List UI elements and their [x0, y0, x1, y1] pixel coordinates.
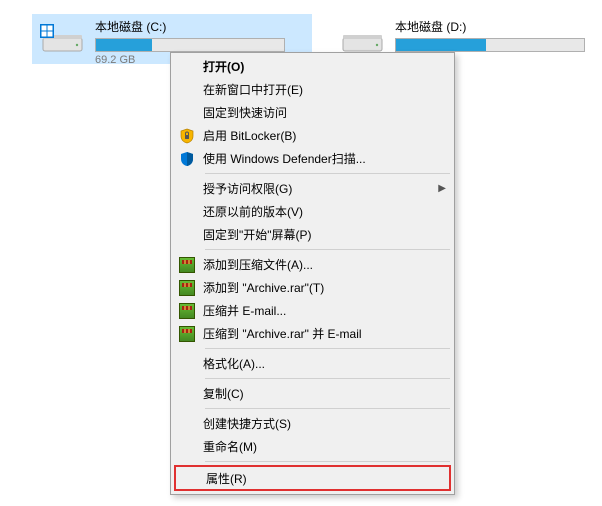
- menu-pin-to-start[interactable]: 固定到"开始"屏幕(P): [173, 223, 452, 246]
- menu-format-label: 格式化(A)...: [203, 355, 446, 372]
- menu-create-shortcut[interactable]: 创建快捷方式(S): [173, 412, 452, 435]
- menu-pin-quick-access[interactable]: 固定到快速访问: [173, 101, 452, 124]
- blank-icon: [177, 438, 197, 456]
- winrar-icon: [177, 302, 197, 320]
- blank-icon: [177, 385, 197, 403]
- drive-c-icon: [40, 18, 85, 58]
- winrar-icon: [177, 325, 197, 343]
- context-menu: 打开(O) 在新窗口中打开(E) 固定到快速访问 启用 BitLocker(B)…: [170, 52, 455, 495]
- menu-defender-scan[interactable]: 使用 Windows Defender扫描...: [173, 147, 452, 170]
- blank-icon: [177, 180, 197, 198]
- menu-add-to-archive-rar[interactable]: 添加到 "Archive.rar"(T): [173, 276, 452, 299]
- menu-format[interactable]: 格式化(A)...: [173, 352, 452, 375]
- menu-restore-previous[interactable]: 还原以前的版本(V): [173, 200, 452, 223]
- winrar-icon: [177, 256, 197, 274]
- menu-bitlocker-label: 启用 BitLocker(B): [203, 127, 446, 144]
- menu-compress-email-label: 压缩并 E-mail...: [203, 302, 446, 319]
- menu-rename-label: 重命名(M): [203, 438, 446, 455]
- blank-icon: [177, 58, 197, 76]
- menu-pin-to-start-label: 固定到"开始"屏幕(P): [203, 226, 446, 243]
- menu-grant-access-label: 授予访问权限(G): [203, 180, 438, 197]
- menu-separator: [205, 408, 450, 409]
- blank-icon: [177, 355, 197, 373]
- menu-grant-access[interactable]: 授予访问权限(G) ▶: [173, 177, 452, 200]
- menu-properties-label: 属性(R): [206, 470, 443, 487]
- menu-separator: [205, 461, 450, 462]
- drive-c-usage-fill: [96, 39, 152, 51]
- menu-separator: [205, 173, 450, 174]
- menu-add-to-archive[interactable]: 添加到压缩文件(A)...: [173, 253, 452, 276]
- drive-c-label: 本地磁盘 (C:): [95, 18, 290, 35]
- shield-lock-icon: [177, 127, 197, 145]
- blank-icon: [177, 81, 197, 99]
- menu-open[interactable]: 打开(O): [173, 55, 452, 78]
- blank-icon: [180, 469, 200, 487]
- blank-icon: [177, 104, 197, 122]
- menu-properties-highlight: 属性(R): [174, 465, 451, 491]
- defender-shield-icon: [177, 150, 197, 168]
- menu-create-shortcut-label: 创建快捷方式(S): [203, 415, 446, 432]
- drive-d-usage-bar: [395, 38, 585, 52]
- blank-icon: [177, 415, 197, 433]
- menu-open-new-window[interactable]: 在新窗口中打开(E): [173, 78, 452, 101]
- menu-compress-email[interactable]: 压缩并 E-mail...: [173, 299, 452, 322]
- menu-open-label: 打开(O): [203, 58, 446, 75]
- menu-copy-label: 复制(C): [203, 385, 446, 402]
- winrar-icon: [177, 279, 197, 297]
- menu-compress-rar-email[interactable]: 压缩到 "Archive.rar" 并 E-mail: [173, 322, 452, 345]
- menu-copy[interactable]: 复制(C): [173, 382, 452, 405]
- menu-pin-quick-access-label: 固定到快速访问: [203, 104, 446, 121]
- menu-separator: [205, 249, 450, 250]
- menu-separator: [205, 348, 450, 349]
- menu-properties[interactable]: 属性(R): [176, 467, 449, 489]
- menu-bitlocker[interactable]: 启用 BitLocker(B): [173, 124, 452, 147]
- menu-rename[interactable]: 重命名(M): [173, 435, 452, 458]
- menu-add-to-archive-rar-label: 添加到 "Archive.rar"(T): [203, 279, 446, 296]
- drive-d-label: 本地磁盘 (D:): [395, 18, 590, 35]
- drive-d-usage-fill: [396, 39, 486, 51]
- drive-c-usage-bar: [95, 38, 285, 52]
- menu-separator: [205, 378, 450, 379]
- blank-icon: [177, 226, 197, 244]
- menu-open-new-window-label: 在新窗口中打开(E): [203, 81, 446, 98]
- blank-icon: [177, 203, 197, 221]
- menu-defender-scan-label: 使用 Windows Defender扫描...: [203, 150, 446, 167]
- menu-compress-rar-email-label: 压缩到 "Archive.rar" 并 E-mail: [203, 325, 446, 342]
- menu-add-to-archive-label: 添加到压缩文件(A)...: [203, 256, 446, 273]
- menu-restore-previous-label: 还原以前的版本(V): [203, 203, 446, 220]
- submenu-arrow-icon: ▶: [438, 183, 446, 194]
